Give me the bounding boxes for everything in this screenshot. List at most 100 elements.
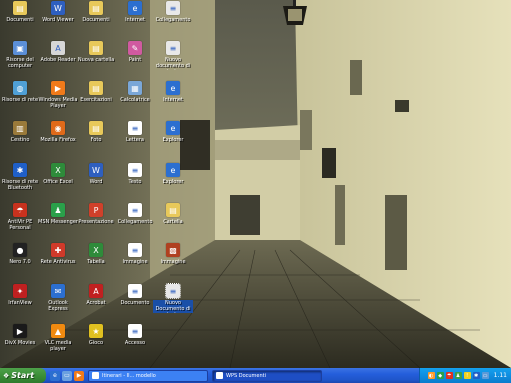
desktop-icon-label: Word bbox=[89, 179, 103, 185]
desktop-icon[interactable]: ✎ Paint bbox=[115, 40, 155, 80]
desktop-icon-label: Explorer bbox=[162, 179, 184, 185]
desktop-icon[interactable]: ▶ DivX Movies bbox=[0, 323, 40, 363]
desktop-icon[interactable]: ≡ Nuovo documento di testo bbox=[153, 40, 193, 80]
desktop-icon[interactable]: X Tabella bbox=[76, 242, 116, 282]
desktop-icon[interactable]: e Internet bbox=[115, 0, 155, 40]
media-quicklaunch-icon[interactable]: ▶ bbox=[74, 370, 84, 381]
desktop-icon[interactable]: ≡ Collegamento bbox=[153, 0, 193, 40]
desktop-icon-image: ● bbox=[13, 243, 27, 257]
desktop-icon-label: Office Excel bbox=[43, 179, 73, 185]
desktop-icon-label: Esercitazioni bbox=[80, 97, 112, 103]
desktop-icon-label: Immagine bbox=[160, 259, 186, 265]
desktop-icon[interactable]: ▤ Documenti bbox=[0, 0, 40, 40]
desktop-icon-image: ≡ bbox=[128, 121, 142, 135]
desktop-icon-image: ◉ bbox=[51, 121, 65, 135]
taskbar-window-label: WPS Documenti bbox=[226, 372, 267, 379]
desktop-icon[interactable]: ≡ Collegamento bbox=[115, 202, 155, 242]
desktop-icon[interactable]: ≡ Lettera bbox=[115, 120, 155, 160]
desktop-icon-image: ▶ bbox=[51, 81, 65, 95]
desktop-icon[interactable]: ▲ VLC media player bbox=[38, 323, 78, 363]
desktop-icon[interactable]: e Explorer bbox=[153, 162, 193, 202]
desktop-icon-label: VLC media player bbox=[44, 340, 72, 352]
desktop-icon[interactable]: ▤ Cartella bbox=[153, 202, 193, 242]
desktop-icon[interactable]: A Adobe Reader bbox=[38, 40, 78, 80]
desktop-icon[interactable]: ◉ Mozilla Firefox bbox=[38, 120, 78, 160]
desktop-icon-image: X bbox=[51, 163, 65, 177]
desktop-icon[interactable]: ▦ Calcolatrice bbox=[115, 80, 155, 120]
desktop-icon-label: IrfanView bbox=[8, 300, 32, 306]
desktop-icon-image: ✚ bbox=[51, 243, 65, 257]
bluetooth-tray-icon[interactable]: ✱ bbox=[472, 372, 480, 379]
desktop-icon[interactable]: ▤ Documenti bbox=[76, 0, 116, 40]
desktop-icon-label: Risorse di rete Bluetooth bbox=[1, 179, 39, 191]
desktop[interactable]: ▤ Documenti ▣ Risorse del computer ◍ Risorse … bbox=[0, 0, 511, 368]
desktop-icon-label: Paint bbox=[128, 57, 142, 63]
desktop-icon-image: ▣ bbox=[13, 41, 27, 55]
desktop-icon[interactable]: W Word bbox=[76, 162, 116, 202]
browser-quicklaunch-icon[interactable]: e bbox=[50, 370, 60, 381]
desktop-icon[interactable]: X Office Excel bbox=[38, 162, 78, 202]
display-tray-icon[interactable]: ▭ bbox=[481, 372, 489, 379]
desktop-icon-image: ▥ bbox=[13, 121, 27, 135]
desktop-icon-label: Mozilla Firefox bbox=[40, 137, 76, 143]
desktop-icon[interactable]: ▤ Foto bbox=[76, 120, 116, 160]
desktop-icon-label: Word Viewer bbox=[42, 17, 74, 23]
desktop-icon[interactable]: ≡Nuovo Documento di testo bbox=[153, 283, 193, 323]
desktop-icon-label: Nuovo documento di testo bbox=[155, 57, 191, 70]
windows-logo-icon: ❖ bbox=[3, 371, 10, 380]
desktop-icon[interactable]: A Acrobat bbox=[76, 283, 116, 323]
desktop-icon[interactable]: ▣ Risorse del computer bbox=[0, 40, 40, 80]
taskbar-window-button[interactable]: Itinerari - Il... modello bbox=[88, 369, 208, 382]
start-button[interactable]: ❖ Start bbox=[0, 368, 46, 383]
taskbar-window-button[interactable]: WPS Documenti bbox=[212, 369, 322, 382]
desktop-icon[interactable]: ☂ AntiVir PE Personal bbox=[0, 202, 40, 242]
desktop-icon-image: ▲ bbox=[51, 324, 65, 338]
volume-tray-icon[interactable]: ◐ bbox=[427, 372, 435, 379]
desktop-icon[interactable]: ▶ Windows Media Player bbox=[38, 80, 78, 120]
desktop-icon[interactable]: ● Nero 7.0 bbox=[0, 242, 40, 282]
desktop-icon-label: Documenti bbox=[82, 17, 110, 23]
desktop-icon[interactable]: ▤ Nuova cartella bbox=[76, 40, 116, 80]
desktop-quicklaunch-icon[interactable]: ▭ bbox=[62, 370, 72, 381]
desktop-icon-label: Cartella bbox=[163, 219, 183, 225]
desktop-icon[interactable]: P Presentazione bbox=[76, 202, 116, 242]
desktop-icon[interactable]: ▤ Esercitazioni bbox=[76, 80, 116, 120]
desktop-icon[interactable]: ≡ Immagine bbox=[115, 242, 155, 282]
desktop-icon[interactable]: ≡ Testo bbox=[115, 162, 155, 202]
desktop-icon-image: ≡ bbox=[128, 284, 142, 298]
desktop-icon-image: ▶ bbox=[13, 324, 27, 338]
desktop-icon-label: Presentazione bbox=[78, 219, 114, 225]
desktop-icon[interactable]: ≡ Accesso bbox=[115, 323, 155, 363]
desktop-icon[interactable]: ◍ Risorse di rete bbox=[0, 80, 40, 120]
desktop-icon-image: ▦ bbox=[128, 81, 142, 95]
desktop-icon[interactable]: ✦ IrfanView bbox=[0, 283, 40, 323]
desktop-icon-label: Acrobat bbox=[86, 300, 106, 306]
desktop-icon[interactable]: W Word Viewer bbox=[38, 0, 78, 40]
network-tray-icon[interactable]: ◆ bbox=[436, 372, 444, 379]
desktop-icon[interactable]: ✚ Rete Antivirus bbox=[38, 242, 78, 282]
desktop-icon[interactable]: ✉ Outlook Express bbox=[38, 283, 78, 323]
desktop-icon[interactable]: e Explorer bbox=[153, 120, 193, 160]
desktop-icon-label: Explorer bbox=[162, 137, 184, 143]
desktop-icon-image: X bbox=[89, 243, 103, 257]
desktop-icon[interactable]: ✱ Risorse di rete Bluetooth bbox=[0, 162, 40, 202]
desktop-icon[interactable]: ★ Gioco bbox=[76, 323, 116, 363]
desktop-icon-label: MSN Messenger bbox=[38, 219, 78, 225]
messenger-tray-icon[interactable]: ♟ bbox=[454, 372, 462, 379]
antivirus-tray-icon[interactable]: ☂ bbox=[445, 372, 453, 379]
clock[interactable]: 1.11 bbox=[494, 372, 507, 379]
quick-launch: e ▭ ▶ bbox=[50, 370, 84, 381]
desktop-icon-image: ≡ bbox=[128, 243, 142, 257]
desktop-icon[interactable]: ▩ Immagine bbox=[153, 242, 193, 282]
desktop-icon[interactable]: ▥ Cestino bbox=[0, 120, 40, 160]
desktop-icon-label: Rete Antivirus bbox=[40, 259, 76, 265]
desktop-icon-image: ≡ bbox=[128, 203, 142, 217]
desktop-icon[interactable]: ♟ MSN Messenger bbox=[38, 202, 78, 242]
desktop-icon[interactable]: e Internet bbox=[153, 80, 193, 120]
desktop-icon-image: ▤ bbox=[13, 1, 27, 15]
desktop-icon-image: e bbox=[128, 1, 142, 15]
desktop-icon-image: A bbox=[89, 284, 103, 298]
updates-tray-icon[interactable]: ! bbox=[463, 372, 471, 379]
desktop-icon[interactable]: ≡ Documento bbox=[115, 283, 155, 323]
desktop-icon-label: Collegamento bbox=[155, 17, 191, 23]
